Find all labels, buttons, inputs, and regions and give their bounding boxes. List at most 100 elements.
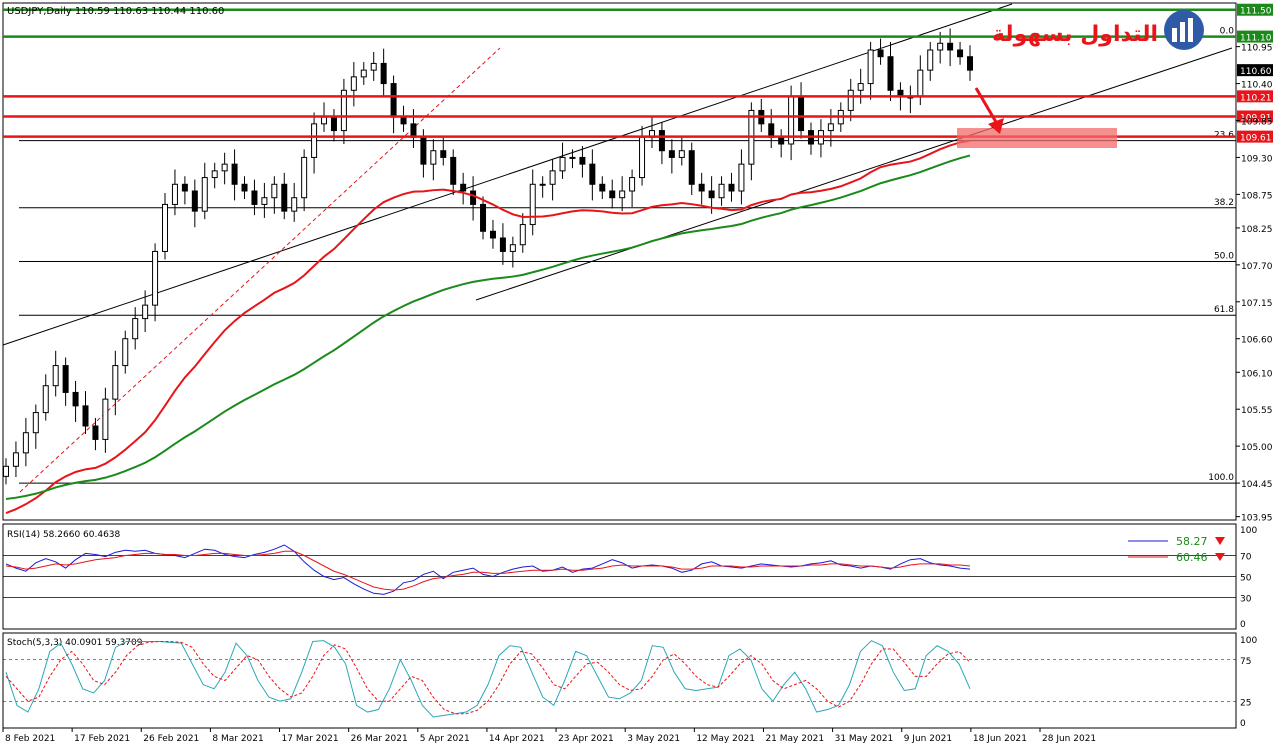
candle-body	[241, 183, 248, 192]
candle-body	[857, 83, 864, 91]
time-tick-label: 17 Feb 2021	[74, 734, 130, 744]
price-tick-label: 106.60	[1241, 336, 1273, 346]
rsi-value-red: 60.46	[1176, 551, 1208, 564]
candle-body	[301, 156, 308, 199]
symbol-header: USDJPY,Daily 110.59 110.63 110.44 110.60	[7, 6, 224, 17]
price-tick-label: 109.85	[1241, 118, 1273, 128]
candle-body	[569, 156, 576, 159]
dashed-trendline	[19, 47, 501, 493]
candle-body	[827, 123, 834, 132]
current-price-label: 110.60	[1240, 67, 1272, 77]
price-tick-label: 108.75	[1241, 191, 1273, 201]
ma-green-line	[5, 154, 971, 501]
rsi-value-blue: 58.27	[1176, 535, 1208, 548]
time-tick-label: 5 Apr 2021	[420, 734, 470, 744]
candle-body	[589, 163, 596, 185]
rsi-level-label: 100	[1240, 526, 1257, 536]
candle-body	[499, 237, 506, 252]
price-tick-label: 105.55	[1241, 406, 1273, 416]
candle-body	[957, 49, 964, 58]
target-zone	[957, 128, 1117, 148]
price-tick-label: 110.40	[1241, 81, 1273, 91]
candle-body	[639, 136, 646, 179]
rsi-level-label: 30	[1240, 595, 1252, 605]
candle-body	[350, 76, 357, 91]
candle-body	[231, 163, 238, 185]
candle-body	[152, 250, 159, 306]
candle-body	[927, 49, 934, 71]
candle-body	[579, 156, 586, 165]
candle-body	[321, 116, 328, 125]
candle-body	[728, 183, 735, 192]
price-tick-label: 106.10	[1241, 369, 1273, 379]
candle-body	[480, 203, 487, 232]
rsi-level-label: 0	[1240, 620, 1246, 630]
stoch-level-label: 75	[1240, 657, 1251, 667]
candle-body	[92, 425, 99, 440]
candle-body	[668, 150, 675, 158]
candle-body	[609, 190, 616, 199]
candle-body	[42, 385, 49, 414]
stoch-main-line	[5, 640, 971, 718]
candle-body	[798, 96, 805, 132]
candle-body	[450, 156, 457, 185]
price-tick-label: 109.30	[1241, 154, 1273, 164]
rsi-level-label: 50	[1240, 574, 1252, 584]
rsi-red-line	[5, 550, 971, 591]
candle-body	[22, 432, 29, 454]
candle-body	[12, 452, 19, 467]
logo-text: التداول بسهولة	[992, 22, 1158, 47]
candle-body	[887, 56, 894, 91]
candle-body	[201, 177, 208, 212]
candle-body	[370, 62, 377, 71]
candle-body	[420, 136, 427, 165]
fib-label: 50.0	[1214, 252, 1234, 262]
level-tag-label: 109.61	[1240, 134, 1272, 144]
time-tick-label: 28 Jun 2021	[1042, 734, 1096, 744]
candle-body	[509, 244, 516, 252]
time-tick-label: 8 Feb 2021	[5, 734, 55, 744]
price-tick-label: 104.45	[1241, 480, 1273, 490]
candle-body	[440, 150, 447, 158]
candle-body	[658, 130, 665, 152]
time-tick-label: 21 May 2021	[765, 734, 824, 744]
chart-frame: 0.023.638.250.061.8100.0 111.50111.10110…	[0, 0, 1276, 748]
fib-label: 0.0	[1220, 27, 1235, 37]
candle-body	[171, 183, 178, 205]
candle-body	[122, 338, 129, 367]
level-tag-label: 111.50	[1240, 7, 1272, 17]
candle-body	[867, 49, 874, 85]
moving-averages	[5, 139, 971, 514]
candle-body	[221, 163, 228, 172]
candle-body	[688, 150, 695, 185]
candle-body	[599, 183, 606, 192]
candle-body	[768, 123, 775, 138]
stoch-panel-border	[2, 632, 1237, 729]
price-tick-label: 107.70	[1241, 262, 1273, 272]
candle-body	[281, 183, 288, 212]
candle-body	[380, 62, 387, 85]
time-tick-label: 18 Jun 2021	[973, 734, 1027, 744]
candle-body	[52, 365, 59, 387]
stochastic-indicator: Stoch(5,3,3) 40.0901 59.3709 100 75 25 0	[3, 636, 1257, 729]
stoch-level-label: 25	[1240, 698, 1251, 708]
candle-body	[62, 365, 69, 393]
candle-body	[72, 391, 79, 407]
price-tick-label: 105.00	[1241, 443, 1273, 453]
candle-body	[291, 197, 298, 212]
trend-channel	[2, 3, 1233, 493]
candle-body	[430, 150, 437, 165]
candle-body	[489, 230, 496, 239]
price-tick-label: 110.95	[1241, 44, 1273, 54]
candle-body	[738, 163, 745, 192]
time-tick-label: 17 Mar 2021	[282, 734, 339, 744]
price-tick-label: 108.25	[1241, 225, 1273, 235]
time-tick-label: 23 Apr 2021	[558, 734, 614, 744]
candle-body	[112, 365, 119, 400]
candle-body	[410, 123, 417, 138]
candle-body	[191, 190, 198, 212]
candle-body	[181, 183, 188, 192]
level-tag-label: 110.21	[1240, 93, 1272, 103]
level-tag-label: 111.10	[1240, 34, 1272, 44]
candle-body	[162, 203, 169, 252]
